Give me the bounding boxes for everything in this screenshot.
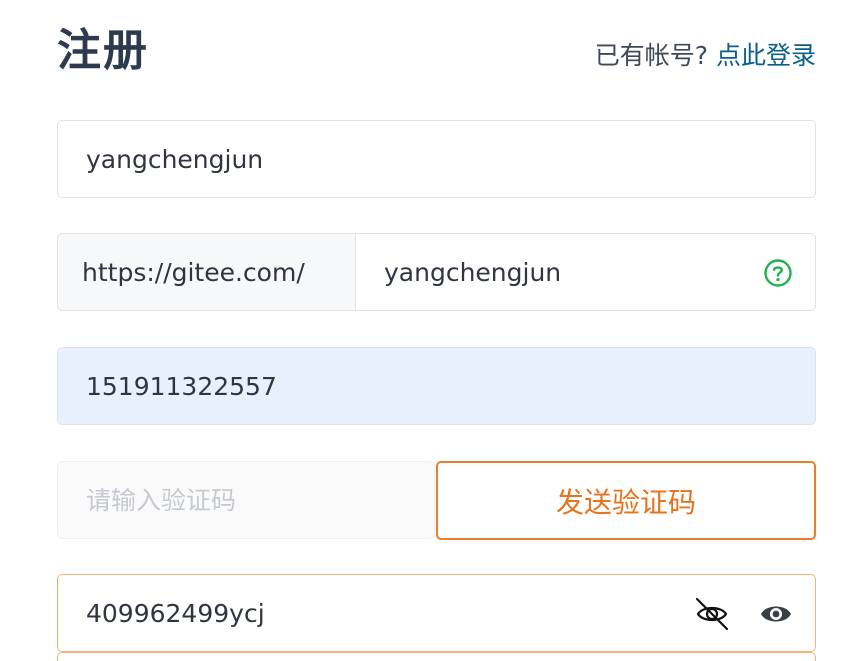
phone-field xyxy=(57,347,816,425)
space-url-prefix: https://gitee.com/ xyxy=(58,234,356,310)
eye-off-icon[interactable] xyxy=(693,595,731,633)
space-path-wrapper xyxy=(356,234,815,310)
password-field xyxy=(57,574,816,652)
login-prompt: 已有帐号? xyxy=(594,41,708,70)
login-hint: 已有帐号? 点此登录 xyxy=(595,36,816,72)
verify-code-input[interactable] xyxy=(58,462,434,538)
page-title: 注册 xyxy=(57,25,149,76)
username-input[interactable] xyxy=(58,121,815,197)
send-code-button[interactable]: 发送验证码 xyxy=(436,461,816,540)
space-path-input[interactable] xyxy=(356,234,815,310)
help-circle-icon[interactable] xyxy=(763,258,793,288)
phone-input[interactable] xyxy=(58,348,815,424)
login-link[interactable]: 点此登录 xyxy=(716,41,816,70)
username-field xyxy=(57,120,816,198)
verify-code-field xyxy=(57,461,435,539)
personal-space-field: https://gitee.com/ xyxy=(57,233,816,311)
register-page: 注册 已有帐号? 点此登录 https://gitee.com/ 发送验证码 xyxy=(0,0,860,661)
eye-icon[interactable] xyxy=(759,599,793,629)
next-field-partial xyxy=(57,652,816,661)
